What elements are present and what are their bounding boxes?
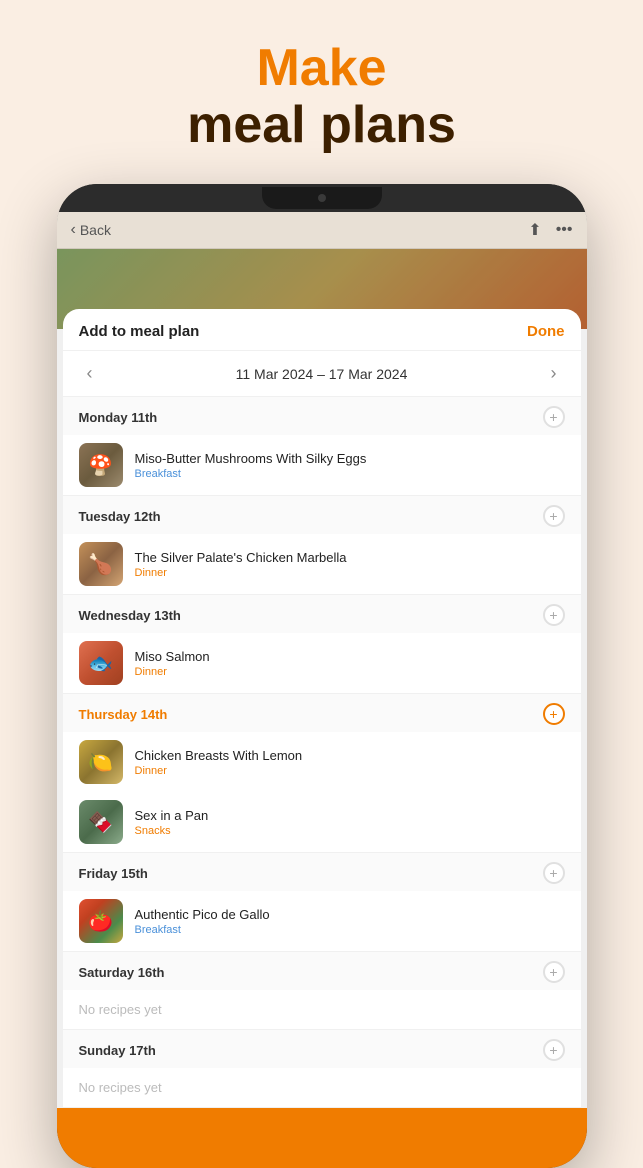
recipe-item-lemon-chicken: 🍋 Chicken Breasts With Lemon Dinner — [63, 732, 581, 792]
day-section-thursday: Thursday 14th + 🍋 Chicken Breasts With L… — [63, 694, 581, 853]
day-label-thursday: Thursday 14th — [79, 707, 168, 722]
device-screen: ‹ Back ⬆ ••• Add to meal plan Done ‹ 11 … — [57, 212, 587, 1108]
day-label-saturday: Saturday 16th — [79, 965, 165, 980]
page-title-area: Make meal plans — [187, 40, 456, 154]
recipe-name-lemon-chicken: Chicken Breasts With Lemon — [135, 748, 565, 763]
recipe-type-sex-in-pan: Snacks — [135, 825, 565, 837]
add-wednesday-button[interactable]: + — [543, 604, 565, 626]
day-header-friday: Friday 15th + — [63, 853, 581, 891]
day-header-monday: Monday 11th + — [63, 397, 581, 435]
recipe-info-chicken-marbella: The Silver Palate's Chicken Marbella Din… — [135, 550, 565, 579]
modal-header: Add to meal plan Done — [63, 309, 581, 351]
add-monday-button[interactable]: + — [543, 406, 565, 428]
day-section-tuesday: Tuesday 12th + 🍗 The Silver Palate's Chi… — [63, 496, 581, 595]
saturday-empty-label: No recipes yet — [63, 990, 581, 1029]
recipe-info-pico: Authentic Pico de Gallo Breakfast — [135, 907, 565, 936]
day-section-monday: Monday 11th + 🍄 Miso-Butter Mushrooms Wi… — [63, 397, 581, 496]
device-frame: ‹ Back ⬆ ••• Add to meal plan Done ‹ 11 … — [57, 184, 587, 1168]
day-header-tuesday: Tuesday 12th + — [63, 496, 581, 534]
mushroom-thumb-visual: 🍄 — [79, 443, 123, 487]
recipe-thumb-lemon-chicken: 🍋 — [79, 740, 123, 784]
day-section-wednesday: Wednesday 13th + 🐟 Miso Salmon Dinner — [63, 595, 581, 694]
recipe-info-salmon: Miso Salmon Dinner — [135, 649, 565, 678]
week-nav: ‹ 11 Mar 2024 – 17 Mar 2024 › — [63, 351, 581, 397]
title-make: Make — [187, 40, 456, 97]
more-icon[interactable]: ••• — [556, 221, 573, 239]
recipe-type-salmon: Dinner — [135, 666, 565, 678]
recipe-type-pico: Breakfast — [135, 924, 565, 936]
title-meal-plans: meal plans — [187, 97, 456, 154]
recipe-type-lemon-chicken: Dinner — [135, 765, 565, 777]
recipe-name-chicken-marbella: The Silver Palate's Chicken Marbella — [135, 550, 565, 565]
day-label-sunday: Sunday 17th — [79, 1043, 156, 1058]
day-label-friday: Friday 15th — [79, 866, 148, 881]
recipe-type-mushrooms: Breakfast — [135, 468, 565, 480]
recipe-thumb-sex-in-pan: 🍫 — [79, 800, 123, 844]
day-header-saturday: Saturday 16th + — [63, 952, 581, 990]
day-section-friday: Friday 15th + 🍅 Authentic Pico de Gallo … — [63, 853, 581, 952]
day-section-saturday: Saturday 16th + No recipes yet — [63, 952, 581, 1030]
sex-in-pan-thumb-visual: 🍫 — [79, 800, 123, 844]
recipe-name-mushrooms: Miso-Butter Mushrooms With Silky Eggs — [135, 451, 565, 466]
recipe-name-salmon: Miso Salmon — [135, 649, 565, 664]
week-next-button[interactable]: › — [543, 359, 565, 388]
recipe-info-lemon-chicken: Chicken Breasts With Lemon Dinner — [135, 748, 565, 777]
day-label-tuesday: Tuesday 12th — [79, 509, 161, 524]
salmon-thumb-visual: 🐟 — [79, 641, 123, 685]
recipe-info-mushrooms: Miso-Butter Mushrooms With Silky Eggs Br… — [135, 451, 565, 480]
add-saturday-button[interactable]: + — [543, 961, 565, 983]
recipe-item-sex-in-pan: 🍫 Sex in a Pan Snacks — [63, 792, 581, 852]
day-header-wednesday: Wednesday 13th + — [63, 595, 581, 633]
pico-thumb-visual: 🍅 — [79, 899, 123, 943]
recipe-type-chicken-marbella: Dinner — [135, 567, 565, 579]
modal-done-button[interactable]: Done — [527, 323, 565, 340]
chicken-marbella-thumb-visual: 🍗 — [79, 542, 123, 586]
sunday-empty-label: No recipes yet — [63, 1068, 581, 1107]
add-thursday-button[interactable]: + — [543, 703, 565, 725]
day-section-sunday: Sunday 17th + No recipes yet — [63, 1030, 581, 1108]
recipe-item-salmon: 🐟 Miso Salmon Dinner — [63, 633, 581, 693]
modal-title: Add to meal plan — [79, 323, 200, 340]
back-label: Back — [80, 222, 111, 238]
recipe-thumb-chicken-marbella: 🍗 — [79, 542, 123, 586]
device-top-bar — [57, 184, 587, 212]
recipe-name-pico: Authentic Pico de Gallo — [135, 907, 565, 922]
lemon-chicken-thumb-visual: 🍋 — [79, 740, 123, 784]
day-label-wednesday: Wednesday 13th — [79, 608, 181, 623]
day-label-monday: Monday 11th — [79, 410, 158, 425]
recipe-thumb-salmon: 🐟 — [79, 641, 123, 685]
add-friday-button[interactable]: + — [543, 862, 565, 884]
device-notch — [262, 187, 382, 209]
back-button[interactable]: ‹ Back — [71, 221, 111, 239]
recipe-info-sex-in-pan: Sex in a Pan Snacks — [135, 808, 565, 837]
add-tuesday-button[interactable]: + — [543, 505, 565, 527]
meal-plan-modal: Add to meal plan Done ‹ 11 Mar 2024 – 17… — [63, 309, 581, 1108]
recipe-item-pico: 🍅 Authentic Pico de Gallo Breakfast — [63, 891, 581, 951]
week-label: 11 Mar 2024 – 17 Mar 2024 — [236, 366, 408, 382]
recipe-name-sex-in-pan: Sex in a Pan — [135, 808, 565, 823]
device-notch-dot — [318, 194, 326, 202]
recipe-item-mushrooms: 🍄 Miso-Butter Mushrooms With Silky Eggs … — [63, 435, 581, 495]
top-bar-actions: ⬆ ••• — [528, 220, 572, 240]
recipe-thumb-mushrooms: 🍄 — [79, 443, 123, 487]
device-bottom-strip — [57, 1108, 587, 1168]
day-header-thursday: Thursday 14th + — [63, 694, 581, 732]
week-prev-button[interactable]: ‹ — [79, 359, 101, 388]
recipe-item-chicken-marbella: 🍗 The Silver Palate's Chicken Marbella D… — [63, 534, 581, 594]
add-sunday-button[interactable]: + — [543, 1039, 565, 1061]
recipe-thumb-pico: 🍅 — [79, 899, 123, 943]
app-top-bar: ‹ Back ⬆ ••• — [57, 212, 587, 249]
back-chevron-icon: ‹ — [71, 221, 76, 239]
day-header-sunday: Sunday 17th + — [63, 1030, 581, 1068]
share-icon[interactable]: ⬆ — [528, 220, 541, 240]
